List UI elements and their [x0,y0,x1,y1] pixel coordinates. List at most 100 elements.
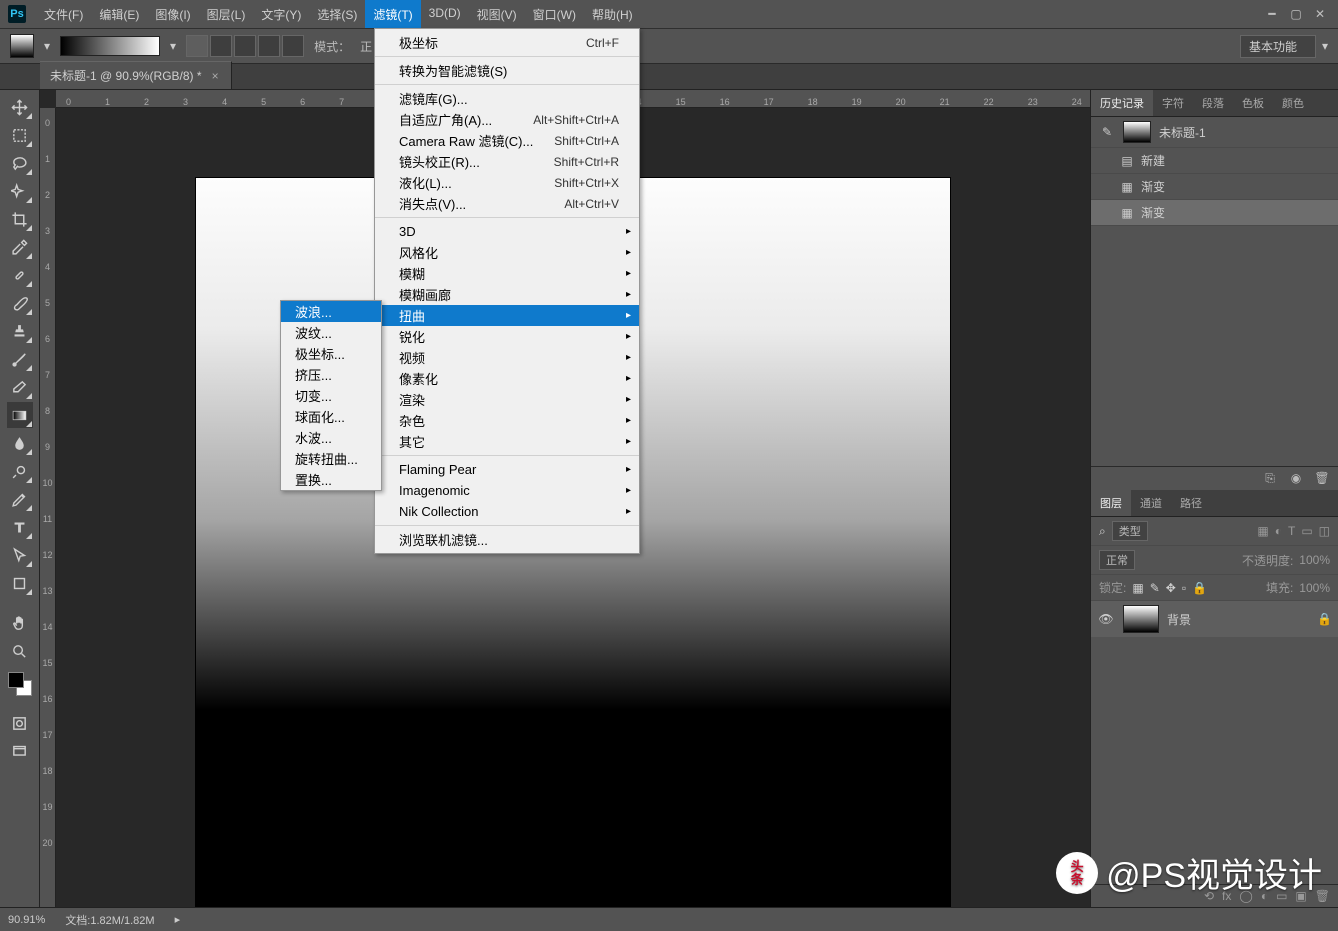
menu-file[interactable]: 文件(F) [36,0,91,29]
distort-wave[interactable]: 波浪... [281,301,381,322]
filter-shape-icon[interactable]: ▭ [1301,524,1312,538]
chevron-right-icon[interactable]: ▸ [175,913,181,926]
filter-flaming-pear[interactable]: Flaming Pear [375,459,639,480]
distort-ripple[interactable]: 波纹... [281,322,381,343]
close-button[interactable]: ✕ [1314,8,1326,20]
gradient-reflected-button[interactable] [258,35,280,57]
gradient-diamond-button[interactable] [282,35,304,57]
shape-tool[interactable] [7,570,33,596]
history-snapshot[interactable]: ✎ 未标题-1 [1091,117,1338,148]
workspace-dropdown[interactable]: 基本功能 [1240,35,1316,58]
filter-last[interactable]: 极坐标Ctrl+F [375,32,639,53]
search-icon[interactable]: ⌕ [1099,524,1106,539]
dodge-tool[interactable] [7,458,33,484]
filter-imagenomic[interactable]: Imagenomic [375,480,639,501]
gradient-tool[interactable] [7,402,33,428]
blur-tool[interactable] [7,430,33,456]
blend-mode-dropdown[interactable]: 正常 [1099,550,1135,570]
filter-distort[interactable]: 扭曲 [375,305,639,326]
filter-stylize[interactable]: 风格化 [375,242,639,263]
menu-window[interactable]: 窗口(W) [525,0,584,29]
history-item[interactable]: ▦渐变 [1091,200,1338,226]
hand-tool[interactable] [7,610,33,636]
filter-adjust-icon[interactable]: ◐ [1275,524,1282,538]
filter-3d[interactable]: 3D [375,221,639,242]
filter-blur[interactable]: 模糊 [375,263,639,284]
create-doc-icon[interactable]: ⎘ [1262,471,1278,486]
tab-channels[interactable]: 通道 [1131,490,1171,516]
distort-twirl[interactable]: 旋转扭曲... [281,448,381,469]
filter-smart-icon[interactable]: ◫ [1319,524,1330,538]
crop-tool[interactable] [7,206,33,232]
path-select-tool[interactable] [7,542,33,568]
tab-swatches[interactable]: 色板 [1233,90,1273,116]
menu-3d[interactable]: 3D(D) [421,0,469,29]
gradient-angle-button[interactable] [234,35,256,57]
fill-value[interactable]: 100% [1299,581,1330,595]
filter-smart[interactable]: 转换为智能滤镜(S) [375,60,639,81]
history-brush-tool[interactable] [7,346,33,372]
layer-row[interactable]: 👁 背景 🔒 [1091,601,1338,637]
brush-tool[interactable] [7,290,33,316]
document-tab[interactable]: 未标题-1 @ 90.9%(RGB/8) * × [40,61,232,89]
menu-layer[interactable]: 图层(L) [199,0,254,29]
close-tab-icon[interactable]: × [212,69,219,83]
filter-blur-gallery[interactable]: 模糊画廊 [375,284,639,305]
gradient-arrow-icon[interactable]: ▾ [170,39,176,53]
lock-position-icon[interactable]: ✥ [1166,581,1176,595]
tab-color[interactable]: 颜色 [1273,90,1313,116]
filter-video[interactable]: 视频 [375,347,639,368]
filter-camera-raw[interactable]: Camera Raw 滤镜(C)...Shift+Ctrl+A [375,130,639,151]
menu-select[interactable]: 选择(S) [309,0,365,29]
ruler-vertical[interactable]: 01234567891011121314151617181920 [40,108,56,907]
menu-edit[interactable]: 编辑(E) [91,0,147,29]
filter-other[interactable]: 其它 [375,431,639,452]
tab-history[interactable]: 历史记录 [1091,90,1153,116]
opacity-value[interactable]: 100% [1299,553,1330,567]
menu-view[interactable]: 视图(V) [469,0,525,29]
tool-preset-arrow-icon[interactable]: ▾ [44,39,50,53]
filter-render[interactable]: 渲染 [375,389,639,410]
pen-tool[interactable] [7,486,33,512]
filter-pixelate[interactable]: 像素化 [375,368,639,389]
marquee-tool[interactable] [7,122,33,148]
mode-value[interactable]: 正 [360,38,372,55]
quick-mask-button[interactable] [7,710,33,736]
type-tool[interactable] [7,514,33,540]
history-item[interactable]: ▦渐变 [1091,174,1338,200]
lock-all-icon[interactable]: 🔒 [1192,581,1207,595]
menu-filter[interactable]: 滤镜(T) [365,0,420,29]
healing-tool[interactable] [7,262,33,288]
minimize-button[interactable]: ━ [1266,8,1278,20]
zoom-tool[interactable] [7,638,33,664]
tab-paragraph[interactable]: 段落 [1193,90,1233,116]
filter-adaptive[interactable]: 自适应广角(A)...Alt+Shift+Ctrl+A [375,109,639,130]
doc-size[interactable]: 文档:1.82M/1.82M [65,912,154,928]
distort-polar[interactable]: 极坐标... [281,343,381,364]
gradient-linear-button[interactable] [186,35,208,57]
color-swatch[interactable] [8,672,32,696]
filter-lens[interactable]: 镜头校正(R)...Shift+Ctrl+R [375,151,639,172]
gradient-preview[interactable] [60,36,160,56]
filter-type-icon[interactable]: T [1288,524,1295,538]
eraser-tool[interactable] [7,374,33,400]
filter-noise[interactable]: 杂色 [375,410,639,431]
fg-color[interactable] [8,672,24,688]
filter-browse-online[interactable]: 浏览联机滤镜... [375,529,639,550]
camera-icon[interactable]: ◉ [1288,471,1304,486]
eyedropper-tool[interactable] [7,234,33,260]
trash-icon[interactable]: 🗑 [1314,471,1330,486]
menu-help[interactable]: 帮助(H) [584,0,641,29]
distort-spherize[interactable]: 球面化... [281,406,381,427]
history-item[interactable]: ▤新建 [1091,148,1338,174]
distort-zigzag[interactable]: 水波... [281,427,381,448]
filter-sharpen[interactable]: 锐化 [375,326,639,347]
filter-kind-dropdown[interactable]: 类型 [1112,521,1148,541]
menu-type[interactable]: 文字(Y) [253,0,309,29]
gradient-radial-button[interactable] [210,35,232,57]
tab-layers[interactable]: 图层 [1091,490,1131,516]
screen-mode-button[interactable] [7,738,33,764]
tab-paths[interactable]: 路径 [1171,490,1211,516]
tab-character[interactable]: 字符 [1153,90,1193,116]
maximize-button[interactable]: ▢ [1290,8,1302,20]
